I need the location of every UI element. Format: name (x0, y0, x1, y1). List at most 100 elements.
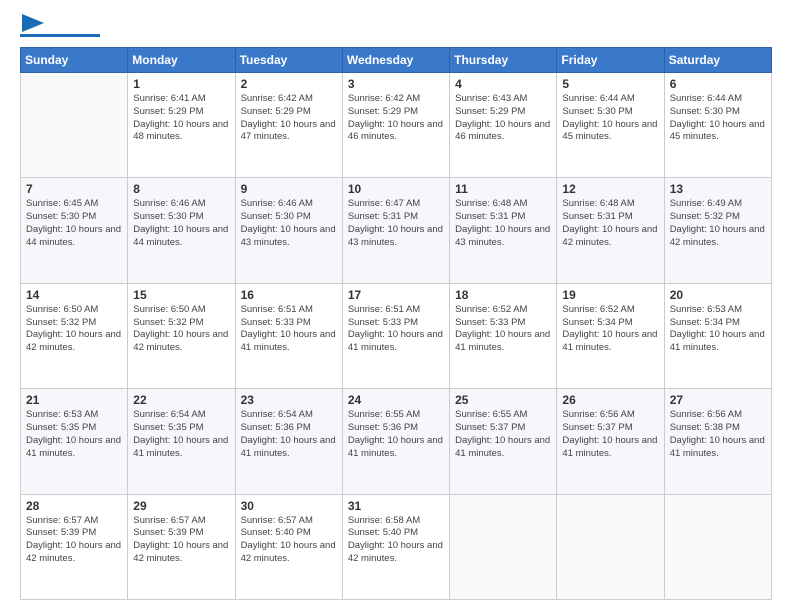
day-number: 27 (670, 393, 766, 407)
weekday-header-saturday: Saturday (664, 48, 771, 73)
week-row-3: 14 Sunrise: 6:50 AM Sunset: 5:32 PM Dayli… (21, 283, 772, 388)
day-number: 1 (133, 77, 229, 91)
day-number: 21 (26, 393, 122, 407)
calendar-cell: 24Sunrise: 6:55 AM Sunset: 5:36 PM Dayli… (342, 389, 449, 494)
day-number: 18 (455, 288, 551, 302)
calendar-cell: 3 Sunrise: 6:42 AM Sunset: 5:29 PM Daylig… (342, 73, 449, 178)
day-number: 17 (348, 288, 444, 302)
day-number: 30 (241, 499, 337, 513)
day-info: Sunrise: 6:57 AM Sunset: 5:40 PM Dayligh… (241, 515, 337, 566)
calendar-cell: 29 Sunrise: 6:57 AM Sunset: 5:39 PM Dayli… (128, 494, 235, 599)
calendar-cell (557, 494, 664, 599)
day-info: Sunrise: 6:48 AM Sunset: 5:31 PM Dayligh… (455, 198, 551, 249)
day-info: Sunrise: 6:53 AM Sunset: 5:34 PM Dayligh… (670, 304, 766, 355)
calendar-table: SundayMondayTuesdayWednesdayThursdayFrid… (20, 47, 772, 600)
day-number: 14 (26, 288, 122, 302)
day-info: Sunrise: 6:47 AM Sunset: 5:31 PM Dayligh… (348, 198, 444, 249)
calendar-cell: 28 Sunrise: 6:57 AM Sunset: 5:39 PM Dayli… (21, 494, 128, 599)
day-info: Sunrise: 6:41 AM Sunset: 5:29 PM Dayligh… (133, 93, 229, 144)
day-info: Sunrise: 6:55 AM Sunset: 5:37 PM Dayligh… (455, 409, 551, 460)
weekday-header-row: SundayMondayTuesdayWednesdayThursdayFrid… (21, 48, 772, 73)
day-info: Sunrise: 6:58 AM Sunset: 5:40 PM Dayligh… (348, 515, 444, 566)
day-info: Sunrise: 6:44 AM Sunset: 5:30 PM Dayligh… (670, 93, 766, 144)
calendar-cell: 30 Sunrise: 6:57 AM Sunset: 5:40 PM Dayli… (235, 494, 342, 599)
day-number: 20 (670, 288, 766, 302)
calendar-cell: 1 Sunrise: 6:41 AM Sunset: 5:29 PM Daylig… (128, 73, 235, 178)
day-number: 8 (133, 182, 229, 196)
day-info: Sunrise: 6:57 AM Sunset: 5:39 PM Dayligh… (133, 515, 229, 566)
day-info: Sunrise: 6:54 AM Sunset: 5:36 PM Dayligh… (241, 409, 337, 460)
calendar-cell: 8 Sunrise: 6:46 AM Sunset: 5:30 PM Daylig… (128, 178, 235, 283)
day-info: Sunrise: 6:52 AM Sunset: 5:34 PM Dayligh… (562, 304, 658, 355)
calendar-cell: 10 Sunrise: 6:47 AM Sunset: 5:31 PM Dayli… (342, 178, 449, 283)
logo-combined (20, 18, 44, 32)
weekday-header-tuesday: Tuesday (235, 48, 342, 73)
day-number: 5 (562, 77, 658, 91)
logo-underline (20, 34, 100, 37)
day-number: 16 (241, 288, 337, 302)
day-number: 23 (241, 393, 337, 407)
calendar-body: 1 Sunrise: 6:41 AM Sunset: 5:29 PM Daylig… (21, 73, 772, 600)
day-info: Sunrise: 6:46 AM Sunset: 5:30 PM Dayligh… (241, 198, 337, 249)
day-info: Sunrise: 6:56 AM Sunset: 5:37 PM Dayligh… (562, 409, 658, 460)
day-number: 31 (348, 499, 444, 513)
day-info: Sunrise: 6:43 AM Sunset: 5:29 PM Dayligh… (455, 93, 551, 144)
calendar-cell: 17 Sunrise: 6:51 AM Sunset: 5:33 PM Dayli… (342, 283, 449, 388)
weekday-header-sunday: Sunday (21, 48, 128, 73)
weekday-header-wednesday: Wednesday (342, 48, 449, 73)
day-number: 26 (562, 393, 658, 407)
day-number: 7 (26, 182, 122, 196)
day-info: Sunrise: 6:49 AM Sunset: 5:32 PM Dayligh… (670, 198, 766, 249)
calendar-cell (664, 494, 771, 599)
weekday-header-thursday: Thursday (450, 48, 557, 73)
calendar-cell: 5 Sunrise: 6:44 AM Sunset: 5:30 PM Daylig… (557, 73, 664, 178)
calendar-cell: 13Sunrise: 6:49 AM Sunset: 5:32 PM Dayli… (664, 178, 771, 283)
day-info: Sunrise: 6:54 AM Sunset: 5:35 PM Dayligh… (133, 409, 229, 460)
day-number: 28 (26, 499, 122, 513)
day-number: 3 (348, 77, 444, 91)
calendar-cell: 31 Sunrise: 6:58 AM Sunset: 5:40 PM Dayli… (342, 494, 449, 599)
week-row-5: 28 Sunrise: 6:57 AM Sunset: 5:39 PM Dayli… (21, 494, 772, 599)
calendar-cell: 7 Sunrise: 6:45 AM Sunset: 5:30 PM Daylig… (21, 178, 128, 283)
day-info: Sunrise: 6:56 AM Sunset: 5:38 PM Dayligh… (670, 409, 766, 460)
calendar-cell: 21Sunrise: 6:53 AM Sunset: 5:35 PM Dayli… (21, 389, 128, 494)
day-info: Sunrise: 6:42 AM Sunset: 5:29 PM Dayligh… (348, 93, 444, 144)
page: SundayMondayTuesdayWednesdayThursdayFrid… (0, 0, 792, 612)
calendar-cell: 23 Sunrise: 6:54 AM Sunset: 5:36 PM Dayli… (235, 389, 342, 494)
day-number: 4 (455, 77, 551, 91)
day-number: 9 (241, 182, 337, 196)
day-info: Sunrise: 6:45 AM Sunset: 5:30 PM Dayligh… (26, 198, 122, 249)
calendar-cell (21, 73, 128, 178)
calendar-cell: 15Sunrise: 6:50 AM Sunset: 5:32 PM Dayli… (128, 283, 235, 388)
calendar-cell: 6 Sunrise: 6:44 AM Sunset: 5:30 PM Daylig… (664, 73, 771, 178)
calendar-cell: 22 Sunrise: 6:54 AM Sunset: 5:35 PM Dayli… (128, 389, 235, 494)
day-info: Sunrise: 6:46 AM Sunset: 5:30 PM Dayligh… (133, 198, 229, 249)
day-number: 22 (133, 393, 229, 407)
week-row-1: 1 Sunrise: 6:41 AM Sunset: 5:29 PM Daylig… (21, 73, 772, 178)
calendar-cell: 27 Sunrise: 6:56 AM Sunset: 5:38 PM Dayli… (664, 389, 771, 494)
day-info: Sunrise: 6:42 AM Sunset: 5:29 PM Dayligh… (241, 93, 337, 144)
calendar-cell: 20 Sunrise: 6:53 AM Sunset: 5:34 PM Dayli… (664, 283, 771, 388)
day-info: Sunrise: 6:50 AM Sunset: 5:32 PM Dayligh… (26, 304, 122, 355)
calendar-cell: 11 Sunrise: 6:48 AM Sunset: 5:31 PM Dayli… (450, 178, 557, 283)
day-number: 19 (562, 288, 658, 302)
day-number: 6 (670, 77, 766, 91)
calendar-cell: 14 Sunrise: 6:50 AM Sunset: 5:32 PM Dayli… (21, 283, 128, 388)
day-number: 29 (133, 499, 229, 513)
calendar-header: SundayMondayTuesdayWednesdayThursdayFrid… (21, 48, 772, 73)
day-info: Sunrise: 6:51 AM Sunset: 5:33 PM Dayligh… (348, 304, 444, 355)
day-info: Sunrise: 6:44 AM Sunset: 5:30 PM Dayligh… (562, 93, 658, 144)
weekday-header-monday: Monday (128, 48, 235, 73)
day-number: 10 (348, 182, 444, 196)
calendar-cell: 16 Sunrise: 6:51 AM Sunset: 5:33 PM Dayli… (235, 283, 342, 388)
day-info: Sunrise: 6:51 AM Sunset: 5:33 PM Dayligh… (241, 304, 337, 355)
day-info: Sunrise: 6:50 AM Sunset: 5:32 PM Dayligh… (133, 304, 229, 355)
calendar-cell: 26 Sunrise: 6:56 AM Sunset: 5:37 PM Dayli… (557, 389, 664, 494)
logo-flag-icon (22, 14, 44, 32)
week-row-2: 7 Sunrise: 6:45 AM Sunset: 5:30 PM Daylig… (21, 178, 772, 283)
calendar-cell: 25Sunrise: 6:55 AM Sunset: 5:37 PM Dayli… (450, 389, 557, 494)
day-number: 11 (455, 182, 551, 196)
day-info: Sunrise: 6:55 AM Sunset: 5:36 PM Dayligh… (348, 409, 444, 460)
day-info: Sunrise: 6:57 AM Sunset: 5:39 PM Dayligh… (26, 515, 122, 566)
day-info: Sunrise: 6:48 AM Sunset: 5:31 PM Dayligh… (562, 198, 658, 249)
